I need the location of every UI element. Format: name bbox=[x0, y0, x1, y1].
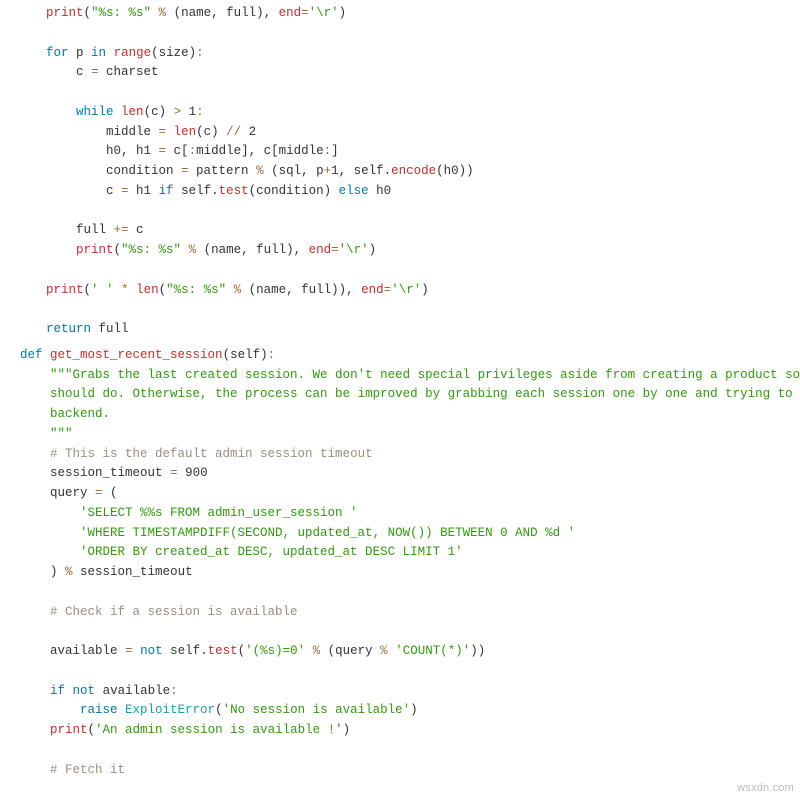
code-block: print("%s: %s" % (name, full), end='\r')… bbox=[0, 0, 800, 348]
code-block-2: def get_most_recent_session(self): """Gr… bbox=[0, 342, 800, 789]
watermark-label: wsxdn.com bbox=[737, 780, 794, 797]
code-token: print bbox=[46, 6, 84, 20]
